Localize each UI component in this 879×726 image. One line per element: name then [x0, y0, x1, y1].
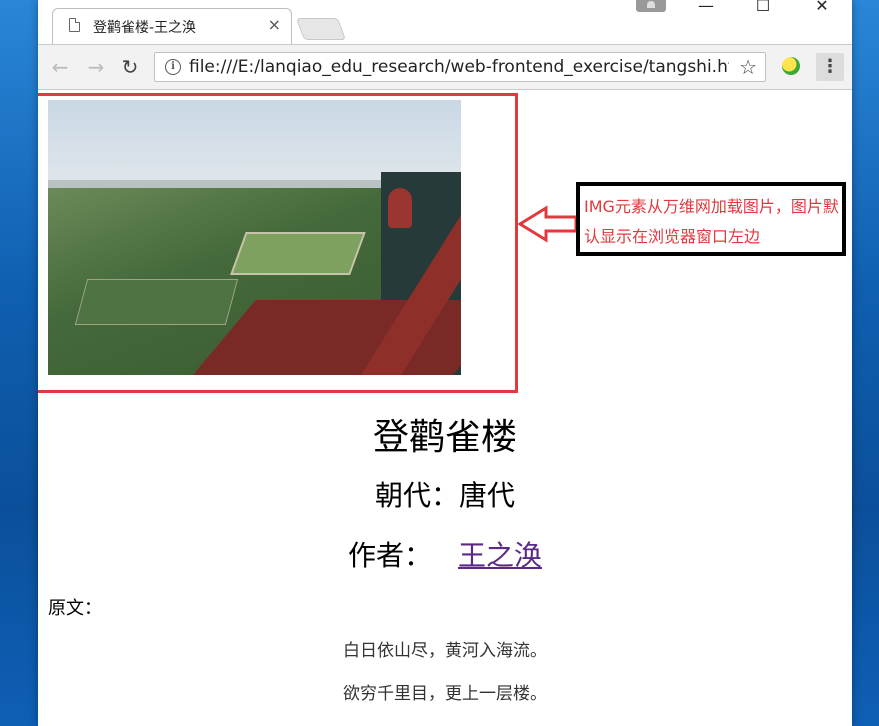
- author-heading: 作者： 王之涣: [38, 534, 852, 574]
- author-link[interactable]: 王之涣: [458, 539, 542, 572]
- tab-title: 登鹳雀楼-王之涣: [93, 20, 197, 36]
- info-icon[interactable]: i: [165, 59, 181, 75]
- maximize-button[interactable]: ☐: [743, 0, 783, 14]
- author-label: 作者：: [347, 539, 432, 572]
- browser-window: 登鹳雀楼-王之涣 × — ☐ ✕ ← → ↻ i file:///E:/lanq…: [38, 0, 852, 726]
- url-text[interactable]: file:///E:/lanqiao_edu_research/web-fron…: [189, 57, 729, 77]
- new-tab-button[interactable]: [295, 18, 347, 40]
- verse-line: 白日依山尽，黄河入海流。: [343, 641, 547, 661]
- back-icon[interactable]: ←: [48, 55, 72, 79]
- annotation-callout: IMG元素从万维网加载图片，图片默认显示在浏览器窗口左边: [576, 182, 846, 256]
- browser-tab[interactable]: 登鹳雀楼-王之涣 ×: [52, 8, 292, 44]
- image-highlight-box: [38, 93, 518, 393]
- poem-title: 登鹳雀楼: [372, 417, 517, 458]
- profile-icon[interactable]: [636, 0, 666, 12]
- callout-arrow-icon: [518, 205, 578, 243]
- browser-toolbar: ← → ↻ i file:///E:/lanqiao_edu_research/…: [38, 44, 852, 90]
- reload-icon[interactable]: ↻: [118, 55, 142, 79]
- bookmark-star-icon[interactable]: ☆: [739, 55, 757, 79]
- title-bar: 登鹳雀楼-王之涣 × — ☐ ✕: [38, 0, 852, 44]
- menu-icon[interactable]: ⋮: [816, 53, 844, 81]
- address-bar[interactable]: i file:///E:/lanqiao_edu_research/web-fr…: [154, 52, 766, 82]
- verse-line: 欲穷千里目，更上一层楼。: [343, 684, 547, 704]
- dynasty-heading: 朝代：唐代: [374, 479, 515, 512]
- original-label: 原文：: [48, 598, 102, 619]
- tab-close-icon[interactable]: ×: [268, 16, 281, 34]
- close-window-button[interactable]: ✕: [802, 0, 842, 14]
- page-icon: [69, 18, 80, 32]
- extension-icon[interactable]: [782, 57, 800, 75]
- page-content: IMG元素从万维网加载图片，图片默认显示在浏览器窗口左边 登鹳雀楼 朝代：唐代 …: [38, 90, 852, 726]
- minimize-button[interactable]: —: [686, 0, 726, 14]
- forward-icon[interactable]: →: [84, 55, 108, 79]
- annotation-text: IMG元素从万维网加载图片，图片默认显示在浏览器窗口左边: [584, 197, 839, 246]
